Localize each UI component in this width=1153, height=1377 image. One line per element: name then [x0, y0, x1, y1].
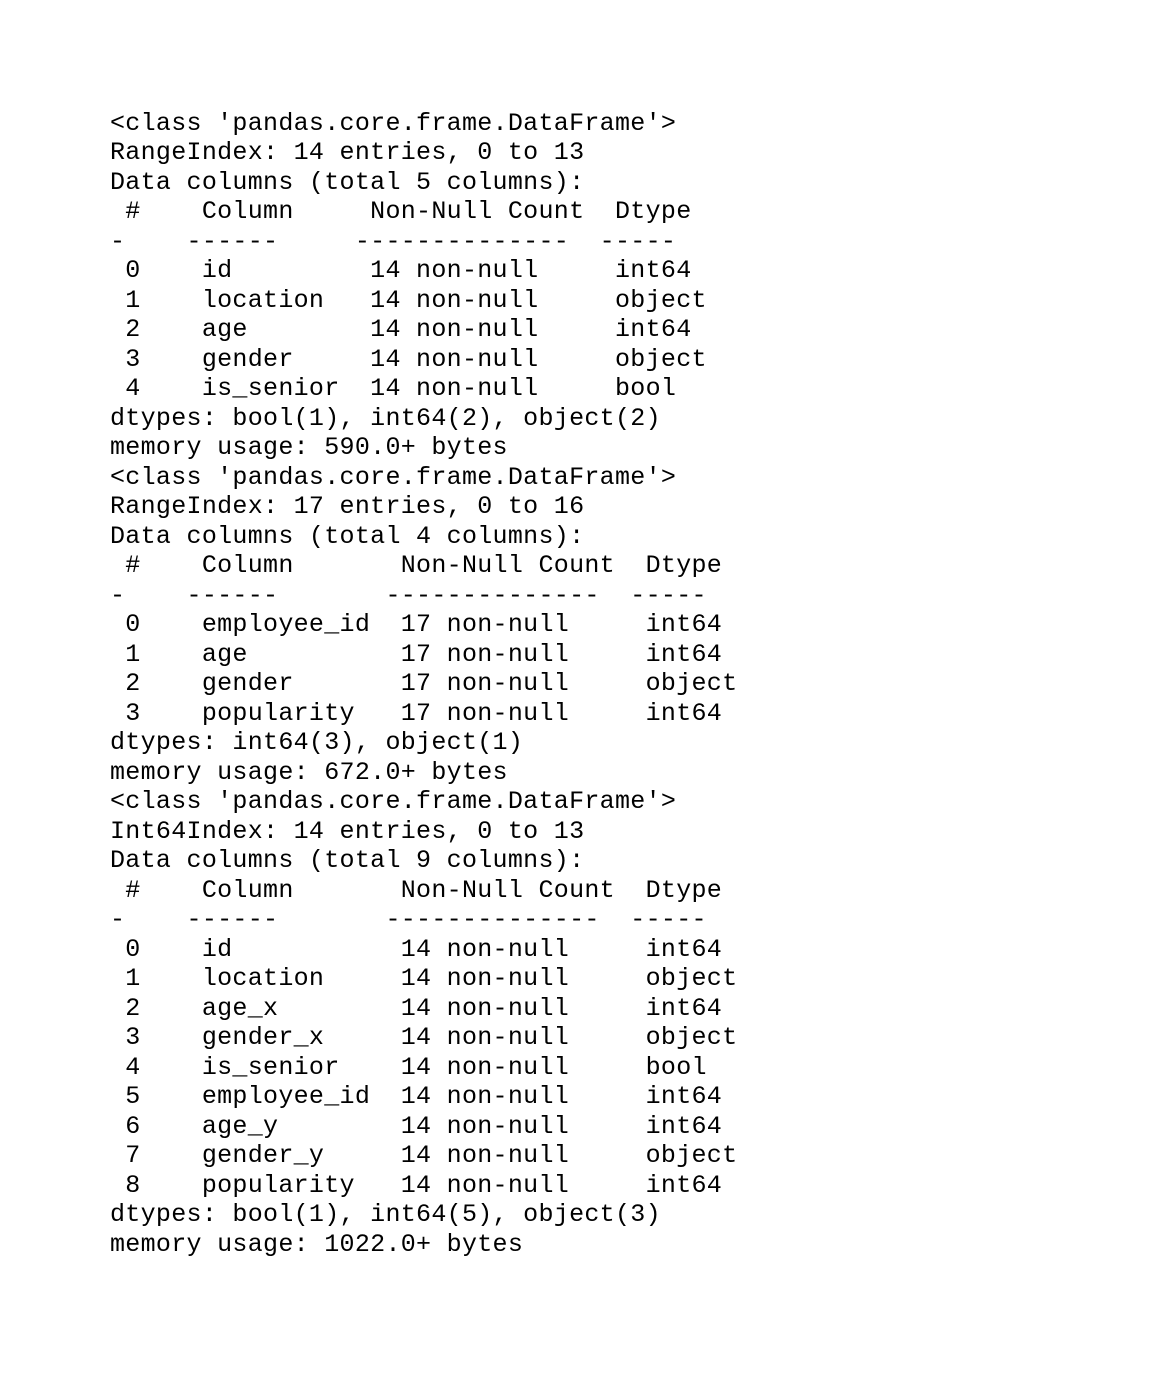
pandas-info-output: <class 'pandas.core.frame.DataFrame'> Ra…: [110, 109, 1153, 1260]
df-info-text: <class 'pandas.core.frame.DataFrame'> Ra…: [110, 109, 737, 1259]
